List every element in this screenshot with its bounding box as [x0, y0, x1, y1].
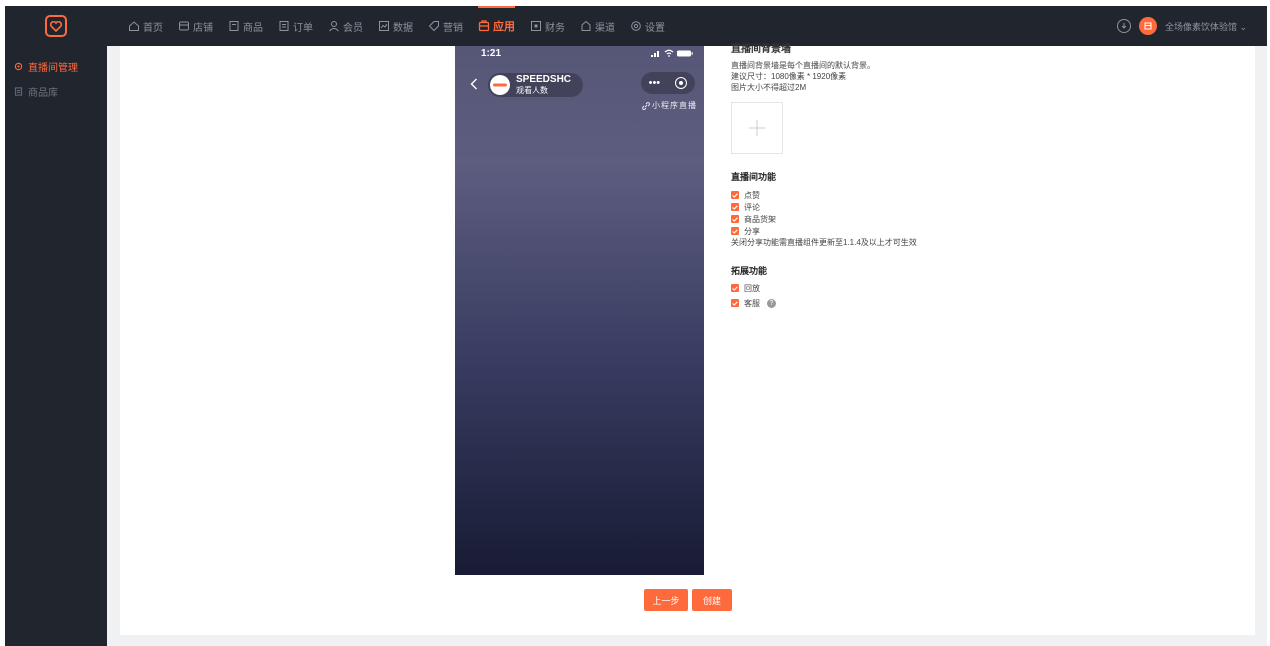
app-icon [478, 20, 490, 32]
feature-label: 分享 [744, 226, 760, 236]
extended-label: 客服 [744, 298, 760, 308]
nav-item-label: 渠道 [595, 22, 615, 34]
download-icon[interactable] [1116, 19, 1131, 33]
nav-item-label: 数据 [393, 22, 413, 34]
sidebar-item-label: 直播间管理 [28, 63, 78, 74]
anchor-avatar [490, 75, 510, 95]
background-hints: 直播间背景墙是每个直播间的默认背景。 建议尺寸：1080像素 * 1920像素 … [731, 60, 875, 93]
live-room-preview: 1:21 SPEEDSHC 观看人数 ••• 小程序直播 [455, 46, 704, 575]
gear-icon [14, 62, 23, 71]
check-icon [731, 299, 739, 307]
extended-section-title: 拓展功能 [731, 266, 768, 276]
sidebar-item-live-room[interactable]: 直播间管理 [5, 54, 107, 79]
feature-label: 商品货架 [744, 214, 776, 224]
gear-icon [631, 21, 641, 31]
viewer-count-label: 观看人数 [516, 86, 548, 95]
feature-label: 点赞 [744, 190, 760, 200]
sidebar-item-label: 商品库 [28, 88, 58, 99]
check-icon [731, 191, 739, 199]
tag-icon [428, 21, 439, 32]
replay-checkbox[interactable]: 回放 [731, 282, 776, 294]
logo[interactable] [5, 6, 107, 46]
nav-item-store[interactable]: 店铺 [178, 6, 213, 46]
store-switcher[interactable]: 全场像素饮体验馆 ⌄ [1165, 20, 1247, 33]
store-icon [179, 21, 189, 31]
customer-service-checkbox[interactable]: 客服? [731, 297, 776, 309]
nav-item-label: 财务 [545, 22, 565, 34]
link-icon [642, 101, 650, 110]
sidebar-item-product-library[interactable]: 商品库 [5, 79, 107, 104]
chart-icon [379, 21, 389, 31]
nav-item-label: 店铺 [193, 22, 213, 34]
nav-item-label: 订单 [293, 22, 313, 34]
nav-item-label: 商品 [243, 22, 263, 34]
background-section-title: 直播间背景墙 [731, 44, 791, 55]
nav-item-finance[interactable]: 财务 [530, 6, 565, 46]
phone-time: 1:21 [481, 48, 502, 59]
phone-status-icons [651, 49, 693, 57]
check-icon [731, 284, 739, 292]
extended-label: 回放 [744, 283, 760, 293]
close-capsule-icon[interactable] [675, 77, 688, 89]
nav-item-gear[interactable]: 设置 [630, 6, 665, 46]
features-section-title: 直播间功能 [731, 172, 777, 182]
nav-item-label: 应用 [493, 21, 515, 33]
nav-item-order[interactable]: 订单 [278, 6, 313, 46]
top-navbar: 首页 店铺 商品 订单 会员 数据 营销 应用 财务 渠道 设置 全场像素饮体验馆 ⌄ [5, 6, 1267, 46]
nav-item-chart[interactable]: 数据 [378, 6, 413, 46]
feature-share-checkbox[interactable]: 分享 [731, 225, 917, 237]
background-upload[interactable] [731, 102, 783, 154]
feature-comment-checkbox[interactable]: 评论 [731, 201, 917, 213]
mini-program-capsule[interactable]: ••• [641, 72, 695, 94]
extended-list: 回放 客服? [731, 282, 776, 309]
background-hint: 直播间背景墙是每个直播间的默认背景。 [731, 61, 875, 70]
sidebar: 直播间管理 商品库 [5, 46, 107, 646]
file-size-hint: 图片大小不得超过2M [731, 83, 807, 92]
heart-logo-icon [45, 15, 67, 37]
battery-icon [677, 50, 693, 56]
nav-item-app[interactable]: 应用 [478, 6, 515, 46]
nav-item-channel[interactable]: 渠道 [580, 6, 615, 46]
share-note: 关闭分享功能需直播组件更新至1.1.4及以上才可生效 [731, 238, 917, 247]
main-nav: 首页 店铺 商品 订单 会员 数据 营销 应用 财务 渠道 设置 [128, 6, 680, 46]
nav-item-label: 首页 [143, 22, 163, 34]
nav-item-product[interactable]: 商品 [228, 6, 263, 46]
home-icon [129, 21, 139, 31]
anchor-info[interactable]: SPEEDSHC 观看人数 [488, 73, 584, 97]
help-icon[interactable]: ? [767, 298, 776, 308]
check-icon [731, 227, 739, 235]
plus-icon [749, 120, 765, 136]
nav-item-label: 营销 [443, 22, 463, 34]
prev-step-button[interactable]: 上一步 [644, 589, 688, 611]
check-icon [731, 203, 739, 211]
nav-item-member[interactable]: 会员 [328, 6, 363, 46]
signal-icon [651, 50, 659, 57]
nav-item-label: 会员 [343, 22, 363, 34]
size-hint: 建议尺寸：1080像素 * 1920像素 [731, 72, 847, 81]
more-icon[interactable]: ••• [649, 77, 661, 89]
product-icon [229, 21, 239, 31]
feature-shelf-checkbox[interactable]: 商品货架 [731, 213, 917, 225]
nav-item-label: 设置 [645, 22, 665, 34]
document-icon [14, 87, 23, 96]
store-avatar[interactable] [1138, 17, 1157, 35]
back-arrow-icon[interactable] [470, 77, 478, 93]
mini-program-live-tag: 小程序直播 [642, 100, 697, 111]
feature-like-checkbox[interactable]: 点赞 [731, 189, 917, 201]
anchor-name: SPEEDSHC [516, 74, 572, 85]
mini-live-label: 小程序直播 [652, 101, 697, 110]
finance-icon [531, 21, 541, 31]
nav-item-tag[interactable]: 营销 [428, 6, 463, 46]
channel-icon [581, 20, 591, 31]
check-icon [731, 215, 739, 223]
order-icon [279, 21, 289, 31]
member-icon [329, 21, 339, 32]
features-list: 点赞 评论 商品货架 分享 关闭分享功能需直播组件更新至1.1.4及以上才可生效 [731, 189, 917, 248]
feature-label: 评论 [744, 202, 760, 212]
create-button[interactable]: 创建 [692, 589, 732, 611]
wifi-icon [664, 49, 674, 57]
nav-item-home[interactable]: 首页 [128, 6, 163, 46]
